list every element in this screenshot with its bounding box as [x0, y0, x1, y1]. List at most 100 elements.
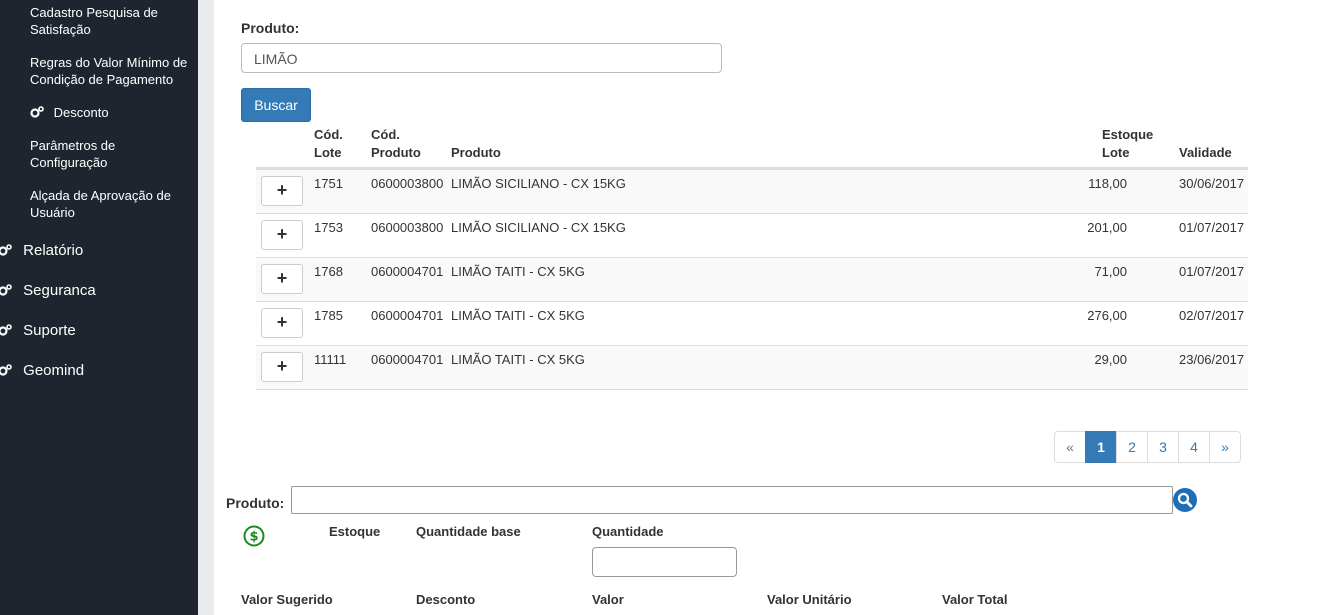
- pagination: « 1 2 3 4 »: [1054, 431, 1241, 463]
- sidebar-item-parametros[interactable]: Parâmetros de Configuração: [30, 137, 195, 171]
- table-row: + 1768 0600004701 LIMÃO TAITI - CX 5KG 7…: [256, 257, 1248, 301]
- header-cod-lote: Cód. Lote: [314, 126, 343, 162]
- main-content: Produto: LIMÃO Buscar Cód. Lote Cód. Pro…: [214, 0, 1323, 615]
- produto-form-input[interactable]: [291, 486, 1173, 514]
- sidebar-item-label: Desconto: [53, 105, 109, 120]
- table-row: + 1785 0600004701 LIMÃO TAITI - CX 5KG 2…: [256, 301, 1248, 345]
- cell-produto: LIMÃO TAITI - CX 5KG: [451, 352, 585, 367]
- sidebar-item-seguranca[interactable]: Seguranca: [0, 282, 96, 299]
- sidebar-item-label: Configuração: [30, 155, 108, 170]
- header-estoque-lote: Estoque Lote: [1102, 126, 1153, 162]
- sidebar-item-label: Relatório: [23, 242, 84, 259]
- header-cod-produto: Cód. Produto: [371, 126, 421, 162]
- sidebar-item-label: Satisfação: [30, 22, 91, 37]
- cell-cod-produto: 0600004701: [371, 308, 444, 323]
- sidebar-item-label: Cadastro Pesquisa de: [30, 5, 158, 20]
- cell-validade: 02/07/2017: [1179, 308, 1245, 323]
- sidebar-item-regras-valor-minimo[interactable]: Regras do Valor Mínimo de Condição de Pa…: [30, 54, 195, 88]
- cell-cod-produto: 0600004701: [371, 264, 444, 279]
- add-lote-button[interactable]: +: [261, 176, 303, 206]
- pagination-prev[interactable]: «: [1054, 431, 1086, 463]
- gears-icon: [0, 243, 14, 256]
- cell-estoque: 118,00: [1088, 176, 1127, 191]
- desconto-label: Desconto: [416, 592, 476, 607]
- pagination-page[interactable]: 2: [1116, 431, 1148, 463]
- header-text: Estoque: [1102, 127, 1154, 142]
- add-lote-button[interactable]: +: [261, 220, 303, 250]
- sidebar-item-label: Usuário: [30, 205, 75, 220]
- cell-produto: LIMÃO TAITI - CX 5KG: [451, 264, 585, 279]
- cell-produto: LIMÃO TAITI - CX 5KG: [451, 308, 585, 323]
- produto-search-value: LIMÃO: [254, 51, 298, 67]
- cell-validade: 30/06/2017: [1179, 176, 1245, 191]
- gears-icon: [0, 363, 14, 376]
- sidebar: Cadastro Pesquisa de Satisfação Regras d…: [0, 0, 198, 615]
- add-lote-button[interactable]: +: [261, 308, 303, 338]
- sidebar-item-alcada-aprovacao[interactable]: Alçada de Aprovação de Usuário: [30, 187, 195, 221]
- header-validade: Validade: [1179, 145, 1232, 160]
- cell-cod-produto: 0600004701: [371, 352, 444, 367]
- add-lote-button[interactable]: +: [261, 264, 303, 294]
- sidebar-item-label: Regras do Valor Mínimo de: [30, 55, 188, 70]
- pagination-page[interactable]: 4: [1178, 431, 1210, 463]
- table-row: + 11111 0600004701 LIMÃO TAITI - CX 5KG …: [256, 345, 1248, 390]
- cell-produto: LIMÃO SICILIANO - CX 15KG: [451, 220, 626, 235]
- cell-cod-produto: 0600003800: [371, 176, 444, 191]
- produto-form-label: Produto:: [226, 495, 285, 511]
- sidebar-item-geomind[interactable]: Geomind: [0, 362, 84, 379]
- table-row: + 1753 0600003800 LIMÃO SICILIANO - CX 1…: [256, 213, 1248, 257]
- header-text: Cód.: [314, 127, 343, 142]
- cell-lote: 1785: [314, 308, 343, 323]
- pagination-page[interactable]: 1: [1085, 431, 1117, 463]
- cell-validade: 01/07/2017: [1179, 264, 1245, 279]
- table-row: + 1751 0600003800 LIMÃO SICILIANO - CX 1…: [256, 169, 1248, 213]
- add-lote-button[interactable]: +: [261, 352, 303, 382]
- quantidade-input[interactable]: [592, 547, 737, 577]
- dollar-icon[interactable]: $: [243, 525, 265, 547]
- sidebar-item-label: Geomind: [23, 362, 85, 379]
- header-text: Cód.: [371, 127, 400, 142]
- search-icon[interactable]: [1173, 488, 1197, 512]
- valor-unitario-label: Valor Unitário: [767, 592, 852, 607]
- produto-search-label: Produto:: [241, 20, 300, 36]
- estoque-label: Estoque: [329, 524, 381, 539]
- valor-label: Valor: [592, 592, 624, 607]
- cell-produto: LIMÃO SICILIANO - CX 15KG: [451, 176, 626, 191]
- gears-icon: [0, 323, 14, 336]
- header-produto: Produto: [451, 145, 501, 160]
- header-text: Produto: [371, 145, 421, 160]
- sidebar-gutter: [198, 0, 214, 615]
- quantidade-base-label: Quantidade base: [416, 524, 521, 539]
- quantidade-label: Quantidade: [592, 524, 664, 539]
- sidebar-item-label: Condição de Pagamento: [30, 72, 174, 87]
- sidebar-item-label: Suporte: [23, 322, 76, 339]
- cell-lote: 1753: [314, 220, 343, 235]
- pagination-next[interactable]: »: [1209, 431, 1241, 463]
- cell-lote: 1751: [314, 176, 343, 191]
- valor-sugerido-label: Valor Sugerido: [241, 592, 333, 607]
- buscar-button[interactable]: Buscar: [241, 88, 311, 122]
- sidebar-item-cadastro-pesquisa[interactable]: Cadastro Pesquisa de Satisfação: [30, 4, 195, 38]
- gears-icon: [30, 105, 44, 118]
- cell-estoque: 276,00: [1087, 308, 1127, 323]
- cell-validade: 01/07/2017: [1179, 220, 1245, 235]
- cell-estoque: 29,00: [1094, 352, 1127, 367]
- produto-search-input[interactable]: LIMÃO: [241, 43, 722, 73]
- svg-text:$: $: [249, 530, 258, 545]
- cell-lote: 11111: [314, 352, 347, 367]
- sidebar-item-label: Parâmetros de: [30, 138, 116, 153]
- gears-icon: [0, 283, 14, 296]
- sidebar-item-relatorio[interactable]: Relatório: [0, 242, 83, 259]
- cell-lote: 1768: [314, 264, 343, 279]
- pagination-page[interactable]: 3: [1147, 431, 1179, 463]
- header-text: Lote: [314, 145, 342, 160]
- sidebar-item-label: Alçada de Aprovação de: [30, 188, 171, 203]
- sidebar-item-suporte[interactable]: Suporte: [0, 322, 76, 339]
- cell-estoque: 201,00: [1087, 220, 1127, 235]
- cell-validade: 23/06/2017: [1179, 352, 1245, 367]
- header-text: Lote: [1102, 145, 1130, 160]
- sidebar-item-label: Seguranca: [23, 282, 96, 299]
- valor-total-label: Valor Total: [942, 592, 1008, 607]
- sidebar-item-desconto[interactable]: Desconto: [30, 104, 195, 121]
- cell-cod-produto: 0600003800: [371, 220, 444, 235]
